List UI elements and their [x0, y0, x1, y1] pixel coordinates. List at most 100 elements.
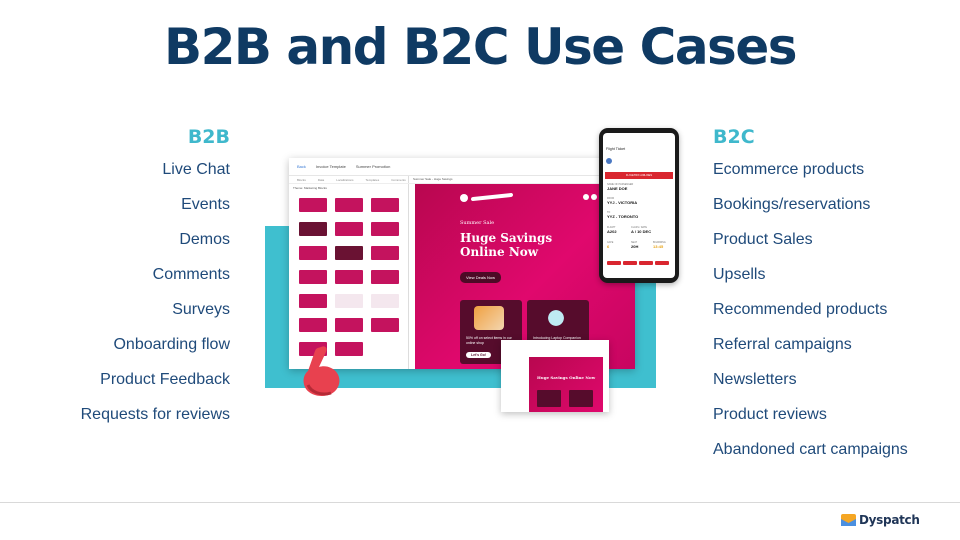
- block-thumbnail: [299, 246, 327, 260]
- ticket-field-value: YYZ - TORONTO: [607, 214, 639, 219]
- b2b-item: Product Feedback: [100, 371, 230, 388]
- block-thumbnail: [371, 222, 399, 236]
- phone-mockup: Flight Ticket FLYAETRIX AIRLINES NAME OF…: [599, 128, 679, 283]
- block-thumbnail: [299, 270, 327, 284]
- footer-divider: [0, 502, 960, 503]
- b2c-heading: B2C: [713, 126, 755, 148]
- editor-email-name: Summer Promotion: [355, 164, 391, 169]
- block-thumbnail: [335, 246, 363, 260]
- editor-back-link: Back: [297, 164, 306, 169]
- block-thumbnail: [371, 294, 399, 308]
- b2b-list: Live Chat Events Demos Comments Surveys …: [81, 160, 230, 440]
- block-thumbnail: [299, 198, 327, 212]
- b2b-item: Demos: [179, 231, 230, 248]
- ticket-field-value: A202: [607, 229, 617, 234]
- ticket-field: FLIGHT A202: [607, 226, 617, 234]
- editor-tab: Templates: [365, 177, 380, 182]
- phone-screen: Flight Ticket FLYAETRIX AIRLINES NAME OF…: [603, 133, 675, 278]
- ticket-field: TO YYZ - TORONTO: [607, 211, 638, 219]
- email-headline: Huge Savings Online Now: [460, 231, 553, 259]
- ticket-field-value: 13:45: [653, 244, 664, 249]
- block-thumbnail: [371, 198, 399, 212]
- b2b-item: Surveys: [172, 301, 230, 318]
- ticket-field-value: JANE DOE: [607, 186, 628, 191]
- block-thumbnail: [335, 198, 363, 212]
- block-thumbnail: [335, 318, 363, 332]
- sender-avatar: [606, 158, 612, 164]
- block-thumbnail: [371, 270, 399, 284]
- mini-email-canvas: Huge Savings Online Now: [529, 357, 603, 412]
- ticket-field: CLASS / DATE A / 10 DEC: [631, 226, 651, 234]
- b2b-heading: B2B: [187, 126, 230, 148]
- ticket-field-value: 6: [607, 244, 610, 249]
- block-thumbnails: [289, 192, 408, 362]
- editor-screenshot: Back Invoice Template Summer Promotion B…: [289, 158, 635, 369]
- b2b-item: Live Chat: [162, 161, 230, 178]
- ticket-field: SEAT 20H: [631, 241, 638, 249]
- ticket-field: BOARDING 13:45: [653, 241, 666, 249]
- ticket-field: NAME OF PASSENGER JANE DOE: [607, 183, 633, 191]
- email-kicker: Summer Sale: [460, 220, 495, 226]
- phone-action-buttons: [607, 261, 669, 265]
- phone-action-button: [655, 261, 669, 265]
- block-thumbnail: [335, 294, 363, 308]
- block-thumbnail: [335, 222, 363, 236]
- editor-tab: Comments: [391, 177, 406, 182]
- ticket-field-value: YYJ - VICTORIA: [607, 200, 638, 205]
- phone-action-button: [623, 261, 637, 265]
- mini-promo-card: [537, 390, 561, 407]
- block-thumbnail: [335, 270, 363, 284]
- phone-action-button: [607, 261, 621, 265]
- editor-tabs: Blocks Data Localizations Templates Comm…: [289, 176, 409, 184]
- phone-email-subject: Flight Ticket: [606, 147, 626, 151]
- b2b-item: Requests for reviews: [80, 406, 230, 423]
- editor-block-panel: Blocks Data Localizations Templates Comm…: [289, 176, 409, 369]
- promo-card-button: Let's Go!: [466, 352, 492, 358]
- block-thumbnail: [299, 318, 327, 332]
- b2c-item: Abandoned cart campaigns: [713, 441, 908, 458]
- coffee-illustration-icon: [474, 306, 504, 330]
- block-thumbnail: [371, 246, 399, 260]
- mini-editor-screenshot: Huge Savings Online Now: [501, 340, 609, 412]
- b2c-list: Ecommerce products Bookings/reservations…: [713, 160, 908, 475]
- email-logo-icon: [471, 192, 513, 202]
- phone-action-button: [639, 261, 653, 265]
- b2c-item: Bookings/reservations: [713, 196, 871, 213]
- ticket-field-value: 20H: [631, 244, 639, 249]
- block-thumbnail: [299, 294, 327, 308]
- editor-tab: Localizations: [336, 177, 354, 182]
- editor-tab: Data: [317, 177, 325, 182]
- b2c-item: Product Sales: [713, 231, 813, 248]
- editor-template-name: Invoice Template: [315, 164, 346, 169]
- b2c-item: Recommended products: [713, 301, 888, 318]
- ticket-field: GATE 6: [607, 241, 613, 249]
- slide-title: B2B and B2C Use Cases: [163, 18, 798, 76]
- clock-illustration-icon: [541, 306, 571, 330]
- block-thumbnail: [299, 222, 327, 236]
- b2c-item: Upsells: [713, 266, 766, 283]
- mini-email-headline: Huge Savings Online Now: [537, 375, 596, 380]
- b2c-item: Product reviews: [713, 406, 827, 423]
- social-icon: [583, 194, 589, 200]
- b2b-item: Events: [181, 196, 230, 213]
- b2c-item: Newsletters: [713, 371, 797, 388]
- social-icon: [591, 194, 597, 200]
- ticket-field-value: A / 10 DEC: [631, 229, 652, 234]
- b2b-item: Comments: [152, 266, 230, 283]
- dyspatch-envelope-icon: [841, 514, 856, 526]
- b2b-item: Onboarding flow: [113, 336, 230, 353]
- brand-name: Dyspatch: [859, 513, 920, 527]
- editor-panel-label: Theme: Marketing Blocks: [293, 186, 327, 190]
- editor-tab: Blocks: [297, 177, 306, 182]
- email-cta-button: View Deals Now: [460, 272, 502, 283]
- airline-banner: FLYAETRIX AIRLINES: [605, 172, 673, 179]
- pointing-hand-icon: [303, 346, 340, 397]
- email-logo-icon: [460, 194, 468, 202]
- mini-promo-card: [569, 390, 593, 407]
- brand-logo: Dyspatch: [841, 513, 920, 527]
- block-thumbnail: [371, 318, 399, 332]
- editor-topbar: Back Invoice Template Summer Promotion: [289, 158, 635, 176]
- b2c-item: Ecommerce products: [713, 161, 865, 178]
- ticket-field: FROM YYJ - VICTORIA: [607, 197, 637, 205]
- b2c-item: Referral campaigns: [713, 336, 852, 353]
